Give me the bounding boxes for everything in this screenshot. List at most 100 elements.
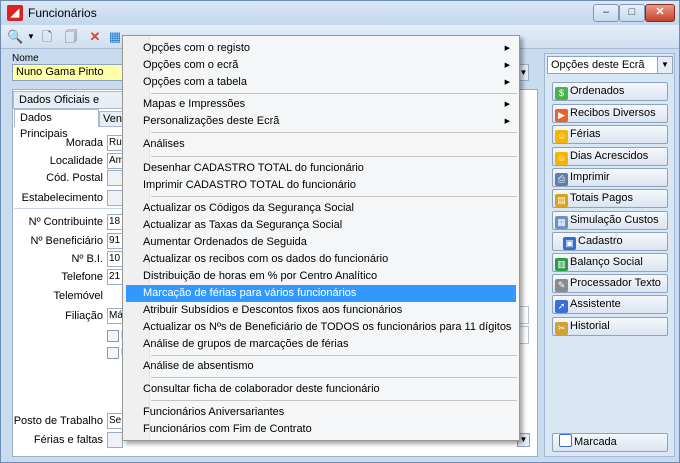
- chevron-down-icon[interactable]: ▼: [23, 29, 39, 45]
- sunglasses-icon: ☺: [555, 152, 568, 165]
- menu-separator: [151, 196, 517, 197]
- minimize-button[interactable]: –: [593, 4, 619, 22]
- marcada-button[interactable]: Marcada: [552, 433, 668, 452]
- menu-item-aumentar-ordenados[interactable]: Aumentar Ordenados de Seguida: [126, 234, 516, 251]
- bi-label: Nº B.I.: [71, 253, 103, 265]
- menu-item-fim-contrato[interactable]: Funcionários com Fim de Contrato: [126, 421, 516, 438]
- filiacao-field[interactable]: Má: [107, 308, 123, 324]
- divider: [14, 208, 124, 209]
- menu-item-mapas-impressoes[interactable]: Mapas e Impressões ▶: [126, 96, 516, 113]
- contribuinte-label: Nº Contribuinte: [28, 216, 103, 228]
- contribuinte-field[interactable]: 18: [107, 214, 123, 230]
- title-bar: ◢ Funcionários – □ ✕: [1, 1, 679, 25]
- menu-item-distribuicao-horas[interactable]: Distribuição de horas em % por Centro An…: [126, 268, 516, 285]
- copy-document-icon[interactable]: 🗍: [63, 29, 79, 45]
- telemovel-label: Telemóvel: [53, 290, 103, 302]
- totais-pagos-button[interactable]: ▤ Totais Pagos: [552, 189, 668, 208]
- menu-item-opcoes-tabela[interactable]: Opções com a tabela ▶: [126, 74, 516, 91]
- historial-button[interactable]: ✂ Historial: [552, 317, 668, 336]
- tab-dados-principais[interactable]: Dados Principais: [14, 109, 99, 140]
- submenu-arrow-icon: ▶: [504, 79, 510, 86]
- dias-acrescidos-button[interactable]: ☺ Dias Acrescidos: [552, 147, 668, 166]
- processador-texto-button[interactable]: ✎ Processador Texto: [552, 274, 668, 293]
- name-input[interactable]: Nuno Gama Pinto: [12, 64, 127, 81]
- chevron-down-icon[interactable]: ▼: [657, 57, 672, 73]
- menu-item-atribuir-subsidios[interactable]: Atribuir Subsídios e Descontos fixos aos…: [126, 302, 516, 319]
- beneficiario-field[interactable]: 91: [107, 233, 123, 249]
- sunglasses-icon: ☺: [555, 130, 568, 143]
- pen-icon: ✎: [555, 279, 568, 292]
- menu-item-analises[interactable]: Análises: [126, 136, 516, 153]
- menu-item-marcacao-ferias[interactable]: Marcação de férias para vários funcionár…: [126, 285, 516, 302]
- submenu-arrow-icon: ▶: [504, 118, 510, 125]
- checkbox-1[interactable]: [107, 330, 119, 342]
- recibos-diversos-button[interactable]: ▶ Recibos Diversos: [552, 104, 668, 123]
- imprimir-button[interactable]: ⎙ Imprimir: [552, 168, 668, 187]
- ferias-faltas-field[interactable]: [107, 432, 123, 448]
- menu-separator: [151, 132, 517, 133]
- menu-item-personalizacoes[interactable]: Personalizações deste Ecrã ▶: [126, 113, 516, 130]
- submenu-arrow-icon: ▶: [504, 62, 510, 69]
- delete-icon[interactable]: ✕: [87, 29, 103, 45]
- name-label: Nome: [12, 53, 39, 64]
- money-icon: $: [555, 87, 568, 100]
- menu-item-aniversariantes[interactable]: Funcionários Aniversariantes: [126, 404, 516, 421]
- telefone-label: Telefone: [61, 271, 103, 283]
- window-title: Funcionários: [28, 6, 97, 20]
- screen-options-select[interactable]: Opções deste Ecrã ▼: [547, 56, 673, 74]
- submenu-arrow-icon: ▶: [504, 101, 510, 108]
- search-icon[interactable]: 🔍: [7, 29, 23, 45]
- menu-separator: [151, 400, 517, 401]
- posto-field[interactable]: Se: [107, 413, 123, 429]
- beneficiario-label: Nº Beneficiário: [30, 235, 104, 247]
- estabelecimento-label: Estabelecimento: [21, 192, 103, 204]
- menu-separator: [151, 93, 517, 94]
- bi-field[interactable]: 10: [107, 251, 123, 267]
- menu-item-opcoes-registo[interactable]: Opções com o registo ▶: [126, 40, 516, 57]
- cod-postal-field[interactable]: [107, 170, 123, 186]
- history-icon: ✂: [555, 322, 568, 335]
- screen-options-value: Opções deste Ecrã: [551, 59, 645, 71]
- right-field-b[interactable]: [519, 326, 529, 344]
- menu-item-actualizar-codigos-ss[interactable]: Actualizar os Códigos da Segurança Socia…: [126, 200, 516, 217]
- cod-postal-label: Cód. Postal: [46, 172, 103, 184]
- cadastro-button[interactable]: ▣ Cadastro: [552, 232, 668, 251]
- balanco-social-button[interactable]: ▥ Balanço Social: [552, 253, 668, 272]
- edit-icon[interactable]: ▦: [107, 29, 123, 45]
- assistente-button[interactable]: ➚ Assistente: [552, 295, 668, 314]
- ferias-faltas-label: Férias e faltas: [33, 434, 103, 446]
- ferias-button[interactable]: ☺ Férias: [552, 125, 668, 144]
- menu-item-imprimir-cadastro[interactable]: Imprimir CADASTRO TOTAL do funcionário: [126, 177, 516, 194]
- submenu-arrow-icon: ▶: [504, 45, 510, 52]
- checkbox-2[interactable]: [107, 347, 119, 359]
- menu-separator: [151, 355, 517, 356]
- folder-icon: ▣: [563, 237, 576, 250]
- right-field-a[interactable]: [519, 306, 529, 324]
- context-menu: Opções com o registo ▶ Opções com o ecrã ▶…: [122, 35, 520, 441]
- maximize-button[interactable]: □: [619, 4, 645, 22]
- estabelecimento-field[interactable]: [107, 190, 123, 206]
- morada-field[interactable]: Ru: [107, 135, 123, 151]
- wizard-icon: ➚: [555, 300, 568, 313]
- posto-label: Posto de Trabalho: [13, 415, 103, 427]
- telefone-field[interactable]: 21: [107, 269, 123, 285]
- tab-dados-oficiais[interactable]: Dados Oficiais e Bancári: [13, 91, 123, 122]
- ordenados-button[interactable]: $ Ordenados: [552, 82, 668, 101]
- document-icon: ▤: [555, 194, 568, 207]
- menu-item-analise-absentismo[interactable]: Análise de absentismo: [126, 358, 516, 375]
- menu-item-actualizar-beneficiario[interactable]: Actualizar os Nºs de Beneficiário de TOD…: [126, 319, 516, 336]
- tag-icon: [559, 434, 572, 447]
- menu-item-opcoes-ecra[interactable]: Opções com o ecrã ▶: [126, 57, 516, 74]
- simulacao-custos-button[interactable]: ▦ Simulação Custos: [552, 211, 668, 230]
- receipt-icon: ▶: [555, 109, 568, 122]
- menu-item-actualizar-recibos[interactable]: Actualizar os recibos com os dados do fu…: [126, 251, 516, 268]
- close-button[interactable]: ✕: [645, 4, 675, 22]
- app-icon: ◢: [7, 5, 23, 21]
- menu-item-actualizar-taxas-ss[interactable]: Actualizar as Taxas da Segurança Social: [126, 217, 516, 234]
- menu-item-analise-grupos-ferias[interactable]: Análise de grupos de marcações de férias: [126, 336, 516, 353]
- new-document-icon[interactable]: 🗋: [39, 29, 55, 45]
- menu-item-consultar-ficha[interactable]: Consultar ficha de colaborador deste fun…: [126, 381, 516, 398]
- menu-item-desenhar-cadastro[interactable]: Desenhar CADASTRO TOTAL do funcionário: [126, 160, 516, 177]
- localidade-field[interactable]: Am: [107, 153, 123, 169]
- filiacao-label: Filiação: [65, 310, 103, 322]
